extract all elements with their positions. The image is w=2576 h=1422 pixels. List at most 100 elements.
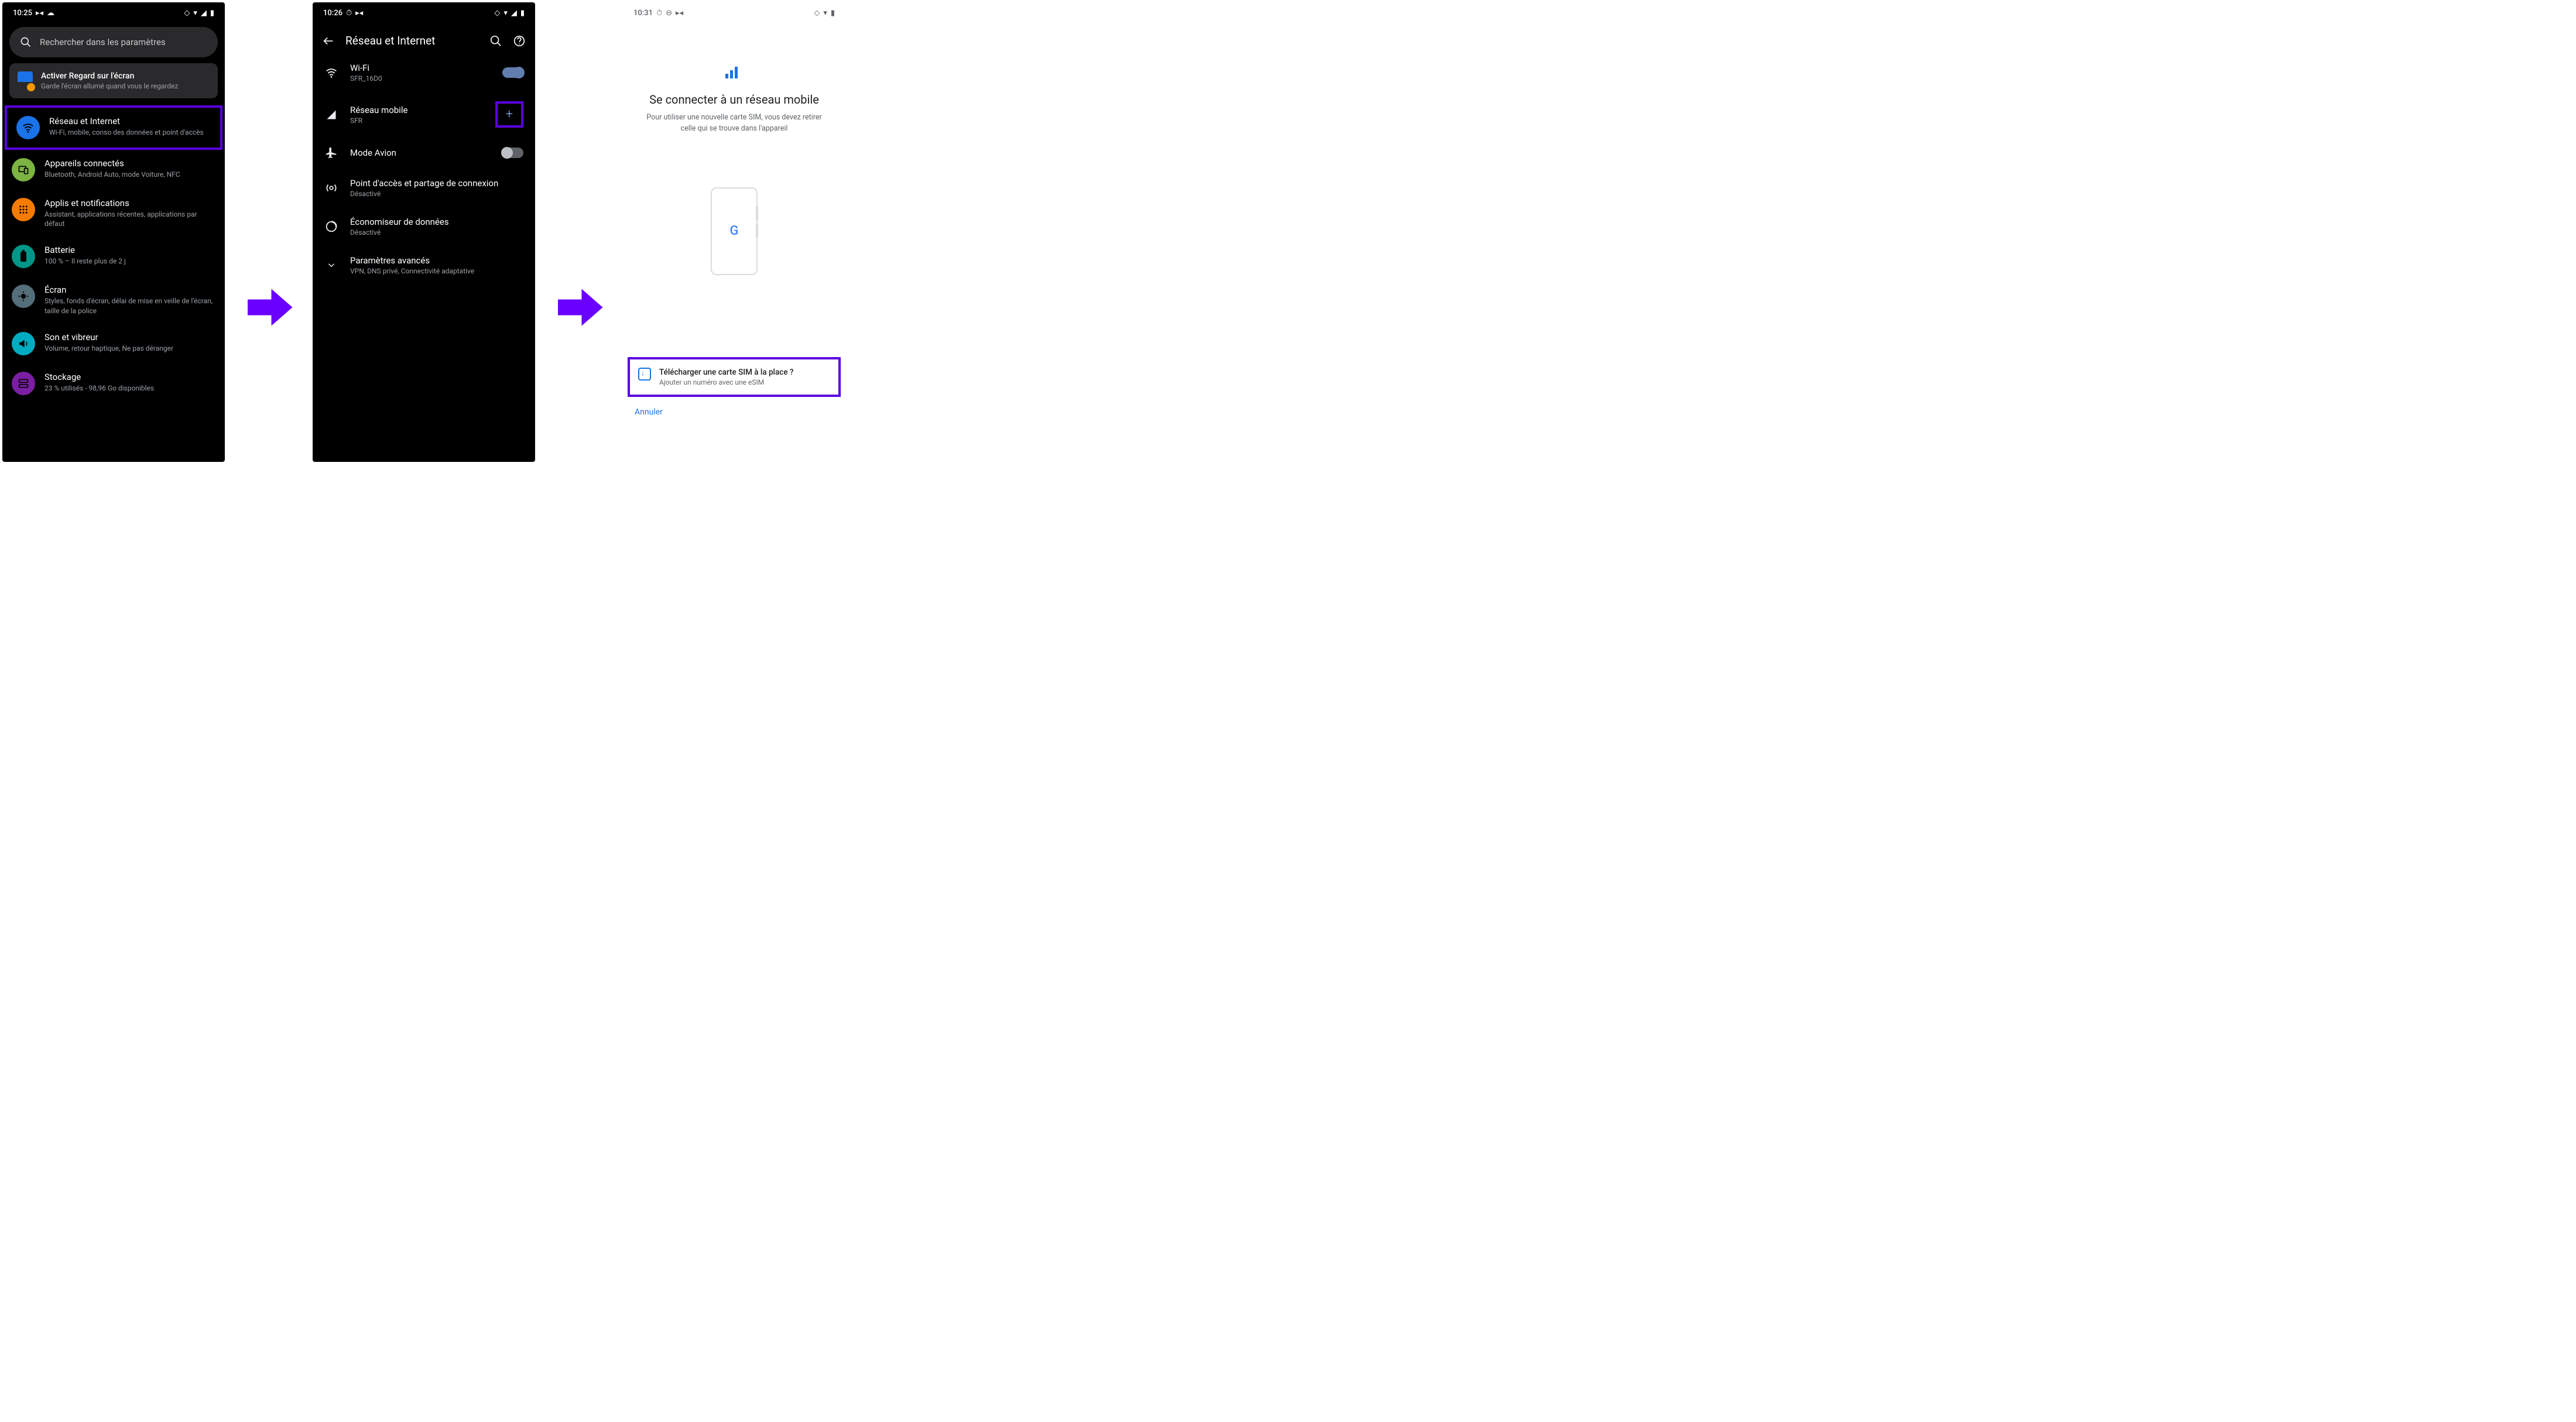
signal-bars-icon xyxy=(640,64,828,82)
wifi-status-icon: ▾ xyxy=(503,9,508,18)
row-title: Paramètres avancés xyxy=(350,255,523,266)
help-icon[interactable] xyxy=(513,35,526,47)
row-title: Réseau et Internet xyxy=(49,116,204,126)
chevron-down-icon xyxy=(324,260,338,270)
cast-icon: ▸◂ xyxy=(355,9,363,18)
airplane-mode-row[interactable]: Mode Avion xyxy=(313,137,535,169)
row-title: Wi-Fi xyxy=(350,63,491,73)
search-icon[interactable] xyxy=(489,35,502,47)
row-sub: 100 % – Il reste plus de 2 j xyxy=(44,256,126,266)
esim-title: Télécharger une carte SIM à la place ? xyxy=(659,368,793,377)
page-title: Se connecter à un réseau mobile xyxy=(640,92,828,107)
cast-icon: ▸◂ xyxy=(676,9,683,18)
wifi-toggle[interactable] xyxy=(502,67,523,78)
add-network-button[interactable]: + xyxy=(495,101,523,128)
row-title: Écran xyxy=(44,285,215,295)
row-sub: Assistant, applications récentes, applic… xyxy=(44,210,215,228)
row-sub: SFR xyxy=(350,116,484,125)
phone-illustration: G xyxy=(711,187,758,275)
row-sub: Bluetooth, Android Auto, mode Voiture, N… xyxy=(44,170,180,179)
nfc-icon: ◇ xyxy=(184,9,190,18)
back-icon[interactable] xyxy=(322,35,335,47)
devices-icon xyxy=(12,158,35,181)
suggestion-card[interactable]: Activer Regard sur l'écran Garde l'écran… xyxy=(9,63,218,98)
row-title: Mode Avion xyxy=(350,148,491,158)
flow-arrow-icon xyxy=(242,281,295,336)
row-title: Stockage xyxy=(44,372,154,382)
setting-row-network[interactable]: Réseau et Internet Wi-Fi, mobile, conso … xyxy=(5,105,222,150)
advanced-row[interactable]: Paramètres avancés VPN, DNS privé, Conne… xyxy=(313,246,535,285)
status-bar: 10:26 ⏱ ▸◂ ◇ ▾ ◢ ▮ xyxy=(313,2,535,23)
google-logo-icon: G xyxy=(730,224,739,238)
cancel-button[interactable]: Annuler xyxy=(623,397,845,427)
row-title: Son et vibreur xyxy=(44,332,173,342)
wifi-icon xyxy=(324,66,338,79)
row-sub: VPN, DNS privé, Connectivité adaptative xyxy=(350,267,523,275)
battery-icon xyxy=(12,245,35,268)
row-title: Applis et notifications xyxy=(44,198,215,208)
battery-status-icon: ▮ xyxy=(210,9,214,18)
battery-status-icon: ▮ xyxy=(520,9,525,18)
status-bar: 10:31 ⏱ ⊖ ▸◂ ◇ ▾ ▮ xyxy=(623,2,845,23)
setting-row-display[interactable]: Écran Styles, fonds d'écran, délai de mi… xyxy=(2,276,225,323)
signal-icon xyxy=(324,109,338,121)
setting-row-sound[interactable]: Son et vibreur Volume, retour haptique, … xyxy=(2,324,225,364)
row-sub: SFR_16D0 xyxy=(350,74,491,83)
row-title: Point d'accès et partage de connexion xyxy=(350,178,523,189)
sound-icon xyxy=(12,332,35,355)
wifi-status-icon: ▾ xyxy=(823,9,827,18)
dnd-icon: ⊖ xyxy=(666,9,672,18)
setting-row-battery[interactable]: Batterie 100 % – Il reste plus de 2 j xyxy=(2,237,225,276)
row-sub: Volume, retour haptique, Ne pas déranger xyxy=(44,344,173,353)
setting-row-apps[interactable]: Applis et notifications Assistant, appli… xyxy=(2,190,225,237)
signal-status-icon: ◢ xyxy=(511,9,517,18)
status-time: 10:25 xyxy=(13,9,32,18)
row-title: Économiseur de données xyxy=(350,217,523,227)
wifi-status-icon: ▾ xyxy=(193,9,197,18)
screen-header: Réseau et Internet xyxy=(313,23,535,53)
status-bar: 10:25 ▸◂ ☁ ◇ ▾ ◢ ▮ xyxy=(2,2,225,23)
signal-status-icon: ◢ xyxy=(201,9,207,18)
search-input[interactable]: Rechercher dans les paramètres xyxy=(9,27,218,57)
row-title: Batterie xyxy=(44,245,126,255)
alarm-icon: ⏱ xyxy=(656,9,662,18)
esim-sub: Ajouter un numéro avec une eSIM xyxy=(659,378,793,386)
datasaver-icon xyxy=(324,220,338,233)
airplane-toggle[interactable] xyxy=(502,148,523,158)
battery-status-icon: ▮ xyxy=(831,9,835,18)
row-title: Appareils connectés xyxy=(44,158,180,169)
suggestion-title: Activer Regard sur l'écran xyxy=(41,71,178,81)
network-settings-screen: 10:26 ⏱ ▸◂ ◇ ▾ ◢ ▮ Réseau et Internet Wi… xyxy=(313,2,535,462)
download-esim-button[interactable]: Télécharger une carte SIM à la place ? A… xyxy=(628,357,841,397)
row-sub: 23 % utilisés - 98,96 Go disponibles xyxy=(44,383,154,393)
row-sub: Wi-Fi, mobile, conso des données et poin… xyxy=(49,128,204,137)
status-time: 10:31 xyxy=(633,9,653,18)
plus-icon: + xyxy=(506,107,513,122)
cast-icon: ▸◂ xyxy=(36,9,43,18)
display-icon xyxy=(12,285,35,308)
wifi-row[interactable]: Wi-Fi SFR_16D0 xyxy=(313,53,535,92)
flow-arrow-icon xyxy=(553,281,605,336)
status-time: 10:26 xyxy=(323,9,342,18)
row-sub: Désactivé xyxy=(350,228,523,237)
hotspot-icon xyxy=(324,181,338,194)
storage-icon xyxy=(12,372,35,395)
suggestion-sub: Garde l'écran allumé quand vous le regar… xyxy=(41,82,178,90)
nfc-icon: ◇ xyxy=(814,9,820,18)
data-saver-row[interactable]: Économiseur de données Désactivé xyxy=(313,207,535,246)
alarm-icon: ⏱ xyxy=(346,9,352,18)
apps-icon xyxy=(12,198,35,221)
setting-row-storage[interactable]: Stockage 23 % utilisés - 98,96 Go dispon… xyxy=(2,364,225,403)
settings-main-screen: 10:25 ▸◂ ☁ ◇ ▾ ◢ ▮ Rechercher dans les p… xyxy=(2,2,225,462)
mobile-network-row[interactable]: Réseau mobile SFR + xyxy=(313,92,535,137)
setting-row-devices[interactable]: Appareils connectés Bluetooth, Android A… xyxy=(2,150,225,190)
search-icon xyxy=(20,36,32,48)
page-title: Réseau et Internet xyxy=(345,34,479,47)
cloud-icon: ☁ xyxy=(47,9,54,18)
sim-download-icon xyxy=(638,368,651,381)
hotspot-row[interactable]: Point d'accès et partage de connexion Dé… xyxy=(313,169,535,207)
screen-attention-icon xyxy=(18,71,33,89)
airplane-icon xyxy=(324,146,338,159)
wifi-icon xyxy=(16,116,40,139)
row-sub: Désactivé xyxy=(350,190,523,198)
